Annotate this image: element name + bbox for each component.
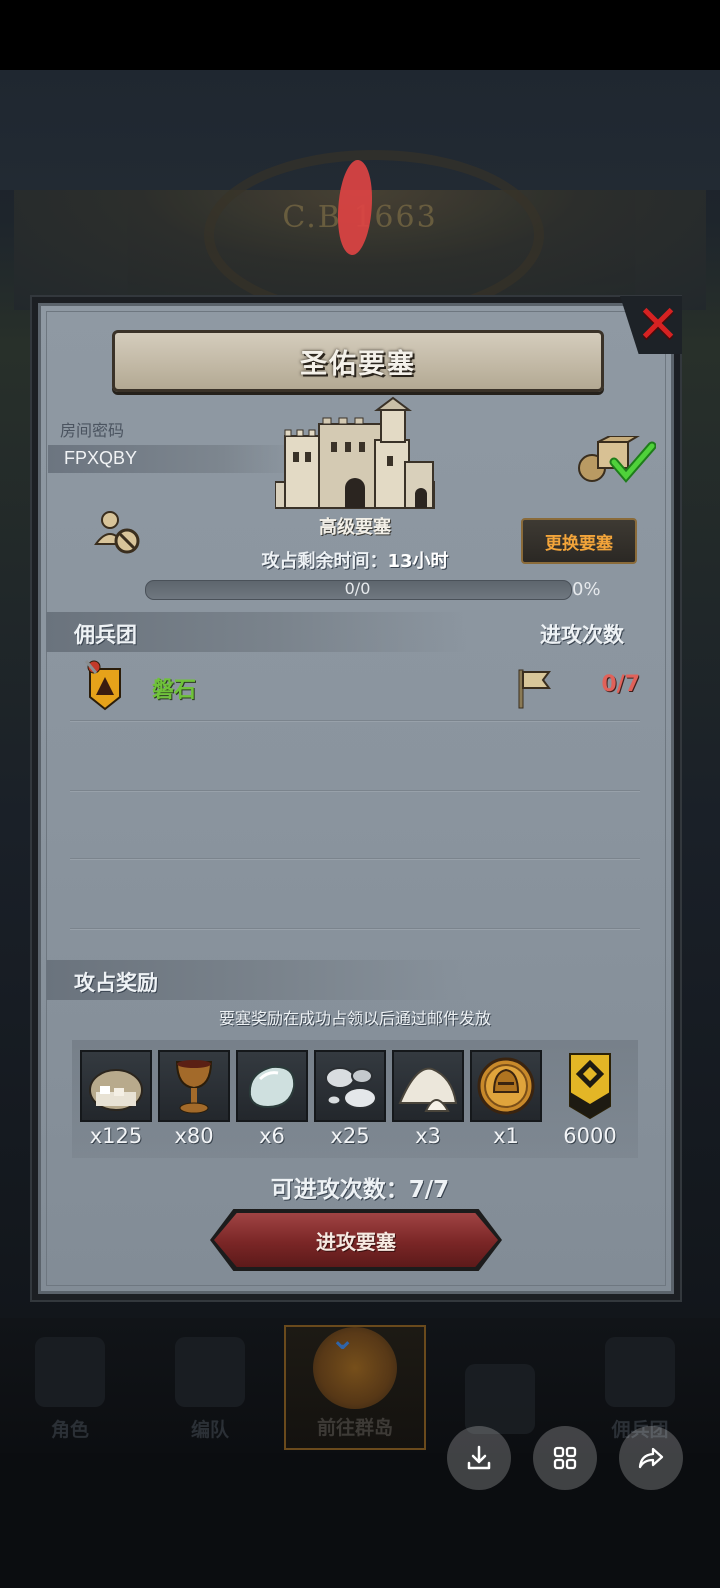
change-fortress-button[interactable]: 更换要塞 bbox=[521, 518, 637, 564]
mercenary-name[interactable]: 磐石 bbox=[152, 672, 196, 704]
remaining-time-value: 13小时 bbox=[387, 551, 449, 572]
reward-qty: 6000 bbox=[563, 1124, 617, 1148]
no-visitor-icon[interactable] bbox=[94, 510, 142, 556]
reward-qty: x125 bbox=[89, 1124, 143, 1148]
reward-qty: x1 bbox=[493, 1124, 519, 1148]
close-icon: ✕ bbox=[636, 295, 680, 355]
capture-progress-text: 0/0 bbox=[344, 579, 371, 598]
row-divider bbox=[70, 928, 640, 929]
salt-pile-icon bbox=[398, 1067, 458, 1112]
castle-icon bbox=[275, 396, 435, 509]
attacks-remaining: 可进攻次数：7/7 bbox=[200, 1170, 520, 1204]
attacks-remaining-value: 7/7 bbox=[408, 1177, 450, 1203]
row-divider bbox=[70, 858, 640, 859]
tower-icon bbox=[465, 1364, 535, 1434]
reward-item[interactable]: x25 bbox=[314, 1050, 386, 1148]
fortress-type: 高级要塞 bbox=[319, 517, 391, 538]
remaining-time-label: 攻占剩余时间： bbox=[261, 551, 388, 572]
title-banner: 圣佑要塞 bbox=[112, 330, 604, 392]
nav-label: 前往群岛 bbox=[316, 1417, 393, 1439]
knight-icon bbox=[35, 1337, 105, 1407]
background-clock-ring bbox=[204, 150, 544, 320]
reward-item[interactable]: x1 bbox=[470, 1050, 542, 1148]
nav-label: 编队 bbox=[190, 1419, 229, 1441]
sack-icon bbox=[89, 1069, 143, 1111]
change-fortress-label: 更换要塞 bbox=[545, 533, 613, 554]
mercenary-banner-icon bbox=[84, 660, 121, 711]
status-bar-area bbox=[0, 0, 720, 70]
nav-label: 角色 bbox=[50, 1419, 89, 1441]
reward-item[interactable]: 6000 bbox=[548, 1050, 632, 1148]
bottom-area bbox=[0, 1453, 720, 1588]
grid-menu-button[interactable] bbox=[533, 1426, 597, 1490]
silver-ore-icon bbox=[325, 1067, 377, 1109]
row-divider bbox=[70, 790, 640, 791]
rank-badge-icon bbox=[569, 1053, 611, 1120]
share-button[interactable] bbox=[619, 1426, 683, 1490]
attacks-header: 进攻次数 bbox=[540, 623, 624, 647]
chevron-down-icon: ⌄ bbox=[330, 1322, 356, 1357]
flag-icon bbox=[518, 669, 551, 709]
mercenary-section-title: 佣兵团 bbox=[74, 623, 137, 647]
reward-qty: x3 bbox=[415, 1124, 441, 1148]
share-icon bbox=[638, 1447, 664, 1469]
goblet-icon bbox=[175, 1060, 213, 1114]
stone-icon bbox=[248, 1065, 296, 1109]
nav-formation[interactable]: 编队 bbox=[150, 1325, 270, 1450]
rewards-section-title: 攻占奖励 bbox=[74, 971, 158, 995]
attack-fortress-label: 进攻要塞 bbox=[316, 1229, 396, 1254]
gold-helmet-coin-icon bbox=[477, 1057, 535, 1115]
attacks-remaining-label: 可进攻次数： bbox=[270, 1177, 409, 1203]
row-divider bbox=[70, 720, 640, 721]
ship-icon bbox=[605, 1337, 675, 1407]
nav-character[interactable]: 角色 bbox=[10, 1325, 130, 1450]
room-code-value: FPXQBY bbox=[64, 448, 138, 468]
dialog-title: 圣佑要塞 bbox=[300, 348, 416, 380]
download-icon bbox=[467, 1445, 491, 1470]
reward-item[interactable]: x3 bbox=[392, 1050, 464, 1148]
download-button[interactable] bbox=[447, 1426, 511, 1490]
helmet-icon bbox=[175, 1337, 245, 1407]
reward-item[interactable]: x80 bbox=[158, 1050, 230, 1148]
reward-qty: x25 bbox=[330, 1124, 370, 1148]
capture-progress-percent: 0% bbox=[572, 579, 601, 600]
reward-item[interactable]: x6 bbox=[236, 1050, 308, 1148]
supplies-check-icon[interactable] bbox=[576, 436, 656, 484]
nav-fortress[interactable] bbox=[440, 1325, 560, 1450]
reward-qty: x80 bbox=[174, 1124, 214, 1148]
remaining-time: 攻占剩余时间：13小时 bbox=[200, 547, 510, 573]
mercenary-attack-count: 0/7 bbox=[601, 672, 640, 697]
reward-qty: x6 bbox=[259, 1124, 285, 1148]
reward-item[interactable]: x125 bbox=[80, 1050, 152, 1148]
grid-icon bbox=[553, 1446, 577, 1470]
attack-fortress-button[interactable]: 进攻要塞 bbox=[214, 1213, 498, 1267]
rewards-note: 要塞奖励在成功占领以后通过邮件发放 bbox=[218, 1009, 491, 1028]
room-code-label: 房间密码 bbox=[60, 421, 125, 440]
